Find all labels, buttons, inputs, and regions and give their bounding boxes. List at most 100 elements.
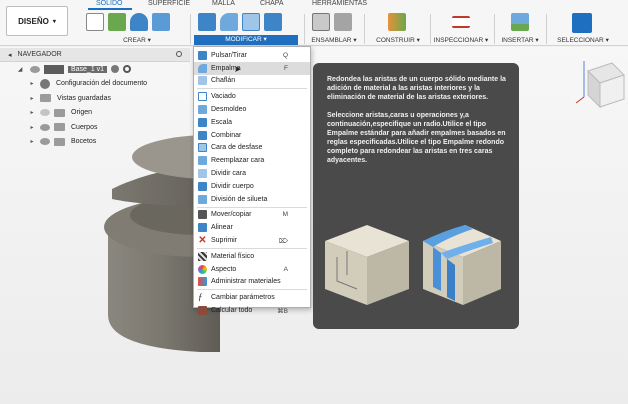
expand-arrow-icon[interactable]: ▸	[28, 95, 36, 102]
view-cube[interactable]	[575, 61, 625, 109]
menu-item-align[interactable]: Alinear	[194, 221, 310, 234]
material-checker-icon	[198, 251, 207, 261]
menu-item-label: Pulsar/Tirar	[211, 51, 247, 59]
menu-item-silhouette-split[interactable]: División de silueta	[194, 193, 310, 206]
visibility-eye-icon[interactable]	[30, 65, 40, 73]
menu-item-label: Aspecto	[211, 265, 237, 273]
menu-shortcut: F	[284, 64, 288, 72]
press-pull-icon[interactable]	[198, 13, 216, 31]
group-select[interactable]: SELECCIONAR ▾	[552, 11, 614, 46]
browser-panel: ◂ NAVEGADOR ◢ Base_1 v1 ▸ Configuración …	[0, 48, 190, 160]
menu-item-move-copy[interactable]: Mover/copiar M	[194, 209, 310, 222]
menu-item-chamfer[interactable]: Chaflán	[194, 75, 310, 88]
select-cursor-icon[interactable]	[572, 13, 592, 33]
menu-item-label: Suprimir	[211, 237, 238, 245]
menu-item-physical-material[interactable]: Material físico	[194, 250, 310, 263]
menu-item-fillet[interactable]: Empalme F ➤	[194, 61, 310, 75]
group-modify[interactable]: MODIFICAR ▾	[194, 11, 298, 46]
joint-icon[interactable]	[334, 13, 352, 31]
menu-item-label: Vaciado	[211, 93, 236, 101]
tree-item-named-views[interactable]: ▸ Vistas guardadas	[0, 91, 190, 106]
modify-dropdown-menu: Pulsar/Tirar Q Empalme F ➤ Chaflán Vaciado …	[193, 46, 311, 316]
tab-mesh[interactable]: MALLA	[212, 0, 235, 7]
group-insert-label[interactable]: INSERTAR ▾	[498, 36, 542, 44]
expand-arrow-icon[interactable]: ▸	[28, 109, 36, 116]
offset-plane-icon[interactable]	[388, 13, 406, 31]
offset-face-icon	[198, 143, 207, 153]
menu-item-label: Administrar materiales	[211, 278, 281, 286]
fillet-icon[interactable]	[220, 13, 238, 31]
group-inspect[interactable]: INSPECCIONAR ▾	[432, 11, 490, 46]
tree-item-document-settings[interactable]: ▸ Configuración del documento	[0, 77, 190, 92]
group-construct-label[interactable]: CONSTRUIR ▾	[370, 36, 426, 44]
group-assemble-label[interactable]: ENSAMBLAR ▾	[308, 36, 360, 44]
workspace-switcher-button[interactable]: DISEÑO ▾	[6, 6, 68, 36]
tab-surface[interactable]: SUPERFICIE	[148, 0, 190, 7]
tab-solid[interactable]: SÓLIDO	[96, 0, 122, 7]
expand-toggle-icon[interactable]: ◢	[16, 66, 24, 73]
menu-item-label: Mover/copiar	[211, 211, 252, 219]
visibility-eye-icon[interactable]	[40, 123, 50, 131]
group-create[interactable]: CREAR ▾	[86, 11, 188, 46]
tab-tools[interactable]: HERRAMIENTAS	[312, 0, 367, 7]
menu-item-split-body[interactable]: Dividir cuerpo	[194, 180, 310, 193]
select-label-text: SELECCIONAR	[557, 37, 604, 44]
menu-item-delete[interactable]: ✕ Suprimir ⌦	[194, 234, 310, 247]
insert-image-icon[interactable]	[511, 13, 529, 31]
tree-item-bodies[interactable]: ▸ Cuerpos	[0, 120, 190, 135]
tab-sheet-metal[interactable]: CHAPA	[260, 0, 284, 7]
tree-item-label: Bocetos	[71, 138, 97, 146]
scale-icon	[198, 117, 207, 127]
menu-item-draft[interactable]: Desmoldeo	[194, 103, 310, 116]
menu-item-press-pull[interactable]: Pulsar/Tirar Q	[194, 49, 310, 62]
inspect-label-text: INSPECCIONAR	[433, 37, 484, 44]
tree-root[interactable]: ◢ Base_1 v1	[0, 62, 190, 77]
menu-item-manage-materials[interactable]: Administrar materiales	[194, 276, 310, 289]
expand-arrow-icon[interactable]: ▸	[28, 138, 36, 145]
group-inspect-label[interactable]: INSPECCIONAR ▾	[432, 36, 490, 44]
menu-item-split-face[interactable]: Dividir cara	[194, 167, 310, 180]
menu-item-shell[interactable]: Vaciado	[194, 90, 310, 103]
collapse-icon[interactable]: ◂	[8, 51, 12, 59]
menu-item-replace-face[interactable]: Reemplazar cara	[194, 154, 310, 167]
manage-materials-icon	[198, 277, 207, 287]
tree-item-label: Cuerpos	[71, 123, 98, 131]
group-create-label[interactable]: CREAR ▾	[86, 36, 188, 44]
new-component-icon[interactable]	[86, 13, 104, 31]
group-insert[interactable]: INSERTAR ▾	[498, 11, 542, 46]
measure-icon[interactable]	[452, 16, 470, 28]
menu-item-appearance[interactable]: Aspecto A	[194, 263, 310, 276]
menu-item-offset-face[interactable]: Cara de desfase	[194, 142, 310, 155]
combine-icon	[198, 130, 207, 140]
tooltip-instructions: Seleccione aristas,caras u operaciones y…	[327, 112, 506, 164]
group-assemble[interactable]: ENSAMBLAR ▾	[308, 11, 360, 46]
shell-icon	[198, 92, 207, 102]
visibility-eye-icon[interactable]	[40, 138, 50, 146]
browser-title: NAVEGADOR	[17, 51, 62, 58]
expand-arrow-icon[interactable]: ▸	[28, 80, 36, 87]
tree-item-origin[interactable]: ▸ Origen	[0, 106, 190, 121]
group-construct[interactable]: CONSTRUIR ▾	[370, 11, 426, 46]
menu-item-combine[interactable]: Combinar	[194, 129, 310, 142]
visibility-eye-icon[interactable]	[40, 109, 50, 117]
radio-selected-icon[interactable]	[123, 65, 132, 74]
tree-item-sketches[interactable]: ▸ Bocetos	[0, 135, 190, 150]
menu-item-change-parameters[interactable]: ƒ Cambiar parámetros	[194, 291, 310, 304]
split-face-icon	[198, 169, 207, 179]
create-sketch-icon[interactable]	[108, 13, 126, 31]
menu-item-compute-all[interactable]: Calcular todo ⌘B	[194, 304, 310, 317]
group-select-label[interactable]: SELECCIONAR ▾	[552, 36, 614, 44]
chamfer-icon	[198, 76, 207, 86]
menu-item-scale[interactable]: Escala	[194, 116, 310, 129]
revolve-icon[interactable]	[152, 13, 170, 31]
expand-arrow-icon[interactable]: ▸	[28, 124, 36, 131]
folder-icon	[54, 108, 65, 117]
combine-icon[interactable]	[264, 13, 282, 31]
pin-icon[interactable]	[176, 51, 182, 57]
extrude-icon[interactable]	[130, 13, 148, 31]
group-modify-label[interactable]: MODIFICAR ▾	[194, 35, 298, 45]
shell-icon[interactable]	[242, 13, 260, 31]
menu-divider	[197, 88, 307, 90]
menu-item-label: Material físico	[211, 252, 255, 260]
new-component-assemble-icon[interactable]	[312, 13, 330, 31]
